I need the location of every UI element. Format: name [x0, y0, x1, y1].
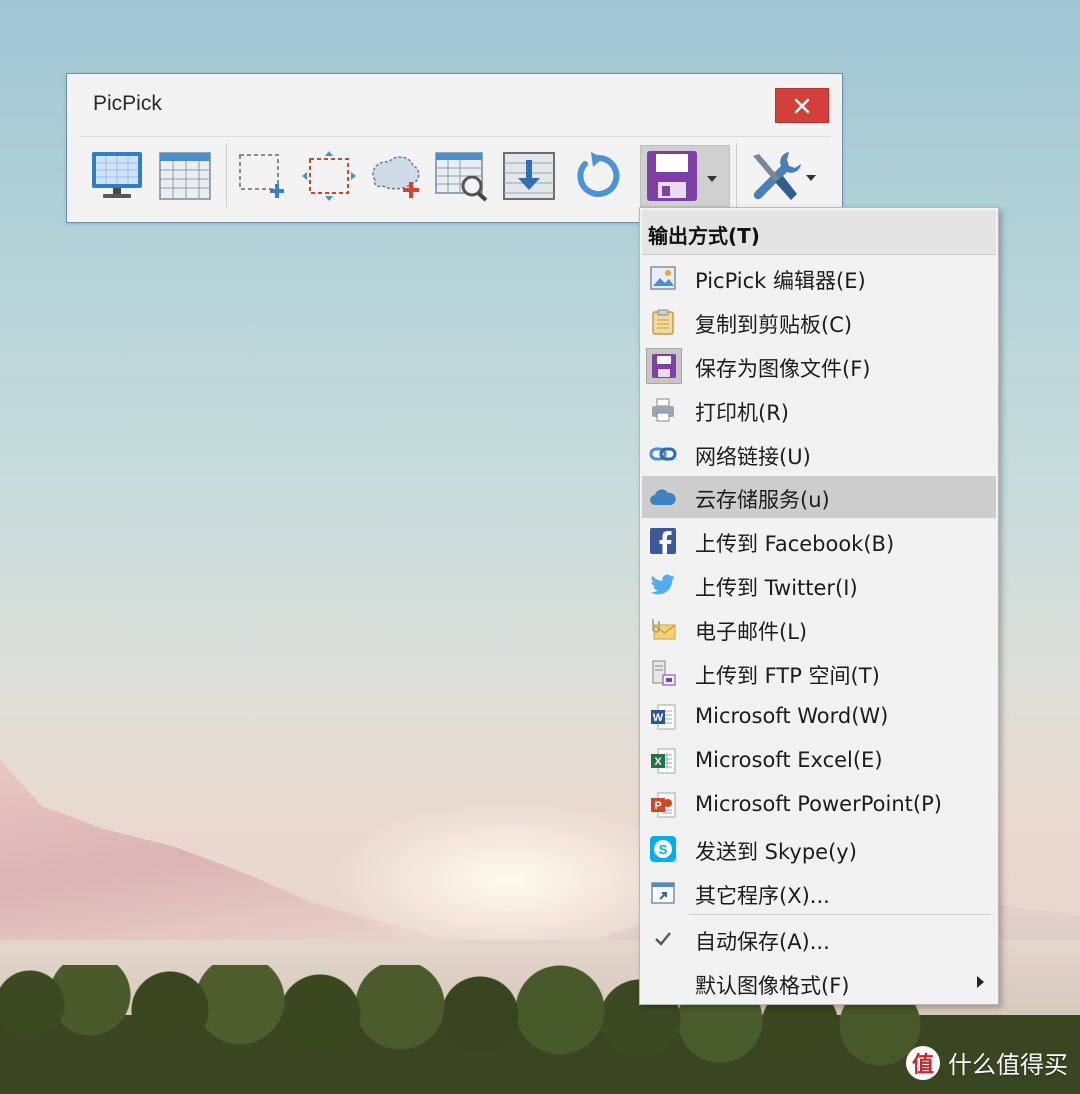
svg-text:S: S: [659, 842, 668, 857]
capture-region-button[interactable]: [232, 145, 294, 207]
menu-item-label: 自动保存(A)...: [695, 930, 830, 954]
menu-item-label: PicPick 编辑器(E): [695, 269, 866, 293]
menu-header-label: 输出方式(T): [648, 224, 760, 248]
chevron-down-icon: [707, 176, 717, 182]
menu-item-copy-clipboard[interactable]: 复制到剪贴板(C): [642, 301, 996, 343]
window-title: PicPick: [93, 92, 162, 115]
svg-text:P: P: [654, 800, 661, 812]
close-button[interactable]: [775, 88, 829, 123]
menu-item-web-link[interactable]: 网络链接(U): [642, 433, 996, 475]
menu-item-other-program[interactable]: 其它程序(X)...: [642, 872, 996, 914]
menu-item-label: 上传到 Facebook(B): [695, 532, 895, 556]
capture-screen-button[interactable]: [86, 145, 148, 207]
other-program-icon: [648, 878, 678, 908]
capture-fixed-region-button[interactable]: [298, 145, 360, 207]
powerpoint-icon: P: [648, 790, 678, 820]
watermark-logo-icon: 值: [906, 1045, 940, 1080]
watermark: 值 什么值得买: [906, 1045, 1068, 1080]
word-icon: W: [648, 702, 678, 732]
menu-item-save-image-file[interactable]: 保存为图像文件(F): [642, 345, 996, 387]
save-output-button[interactable]: [640, 145, 730, 207]
facebook-icon: [648, 526, 678, 556]
repeat-last-capture-icon: [577, 152, 620, 197]
menu-item-label: 复制到剪贴板(C): [695, 313, 853, 337]
toolbar-separator: [736, 143, 737, 207]
close-icon: [794, 98, 810, 113]
twitter-icon: [648, 570, 678, 600]
ftp-icon: [648, 658, 678, 688]
menu-item-auto-save[interactable]: 自动保存(A)...: [642, 918, 996, 960]
capture-scrolling-window-icon: [435, 152, 488, 202]
menu-item-label: Microsoft Excel(E): [695, 748, 883, 772]
menu-item-excel[interactable]: X Microsoft Excel(E): [642, 740, 996, 782]
svg-text:X: X: [654, 756, 662, 768]
menu-item-label: 电子邮件(L): [695, 620, 808, 644]
menu-item-picpick-editor[interactable]: PicPick 编辑器(E): [642, 257, 996, 299]
menu-item-skype[interactable]: S 发送到 Skype(y): [642, 828, 996, 870]
capture-window-button[interactable]: [154, 145, 216, 207]
menu-item-powerpoint[interactable]: P Microsoft PowerPoint(P): [642, 784, 996, 826]
capture-region-icon: [239, 154, 284, 198]
capture-scrolling-window-button[interactable]: [430, 145, 492, 207]
capture-freehand-button[interactable]: [364, 145, 426, 207]
floppy-save-icon: [646, 348, 682, 384]
menu-item-label: Microsoft PowerPoint(P): [695, 792, 942, 816]
menu-item-label: 打印机(R): [695, 401, 789, 425]
capture-repeat-icon: [503, 152, 555, 200]
checkmark-icon: [648, 924, 678, 954]
capture-toolbar: [80, 136, 830, 212]
menu-item-word[interactable]: W Microsoft Word(W): [642, 696, 996, 738]
cloud-icon: [648, 482, 678, 512]
capture-fixed-region-icon: [302, 151, 356, 201]
menu-header: 输出方式(T): [642, 210, 996, 255]
image-editor-icon: [648, 263, 678, 293]
menu-item-twitter[interactable]: 上传到 Twitter(I): [642, 564, 996, 606]
excel-icon: X: [648, 746, 678, 776]
capture-repeat-button[interactable]: [498, 145, 560, 207]
save-output-icon: [647, 151, 697, 201]
repeat-last-capture-button[interactable]: [566, 145, 628, 207]
chevron-right-icon: [977, 976, 984, 988]
menu-item-label: 上传到 Twitter(I): [695, 576, 858, 600]
menu-item-label: 网络链接(U): [695, 445, 811, 469]
menu-item-ftp[interactable]: 上传到 FTP 空间(T): [642, 652, 996, 694]
menu-item-printer[interactable]: 打印机(R): [642, 389, 996, 431]
menu-item-label: 其它程序(X)...: [695, 884, 830, 908]
output-menu: 输出方式(T) PicPick 编辑器(E) 复制到剪贴板(C) 保存为图像文件…: [639, 207, 999, 1005]
tools-button[interactable]: [742, 145, 828, 207]
tools-icon: [753, 152, 801, 200]
menu-item-default-image-format[interactable]: 默认图像格式(F): [642, 962, 996, 1004]
email-icon: [648, 614, 678, 644]
toolbar-separator: [226, 143, 227, 207]
menu-item-facebook[interactable]: 上传到 Facebook(B): [642, 520, 996, 562]
menu-item-label: Microsoft Word(W): [695, 704, 889, 728]
svg-text:W: W: [653, 712, 664, 724]
capture-window-icon: [159, 152, 211, 200]
chevron-down-icon: [806, 175, 816, 181]
background-mountain: [0, 760, 520, 990]
menu-item-label: 云存储服务(u): [695, 488, 830, 512]
watermark-text: 什么值得买: [948, 1051, 1068, 1079]
link-icon: [648, 439, 678, 469]
menu-item-label: 保存为图像文件(F): [695, 357, 871, 381]
printer-icon: [648, 395, 678, 425]
background-sun-glow: [330, 800, 690, 960]
menu-item-cloud-storage[interactable]: 云存储服务(u): [642, 476, 996, 518]
menu-item-email[interactable]: 电子邮件(L): [642, 608, 996, 650]
skype-icon: S: [648, 834, 678, 864]
clipboard-icon: [648, 307, 678, 337]
menu-item-label: 默认图像格式(F): [695, 974, 850, 998]
picpick-window: PicPick: [66, 73, 843, 223]
menu-item-label: 上传到 FTP 空间(T): [695, 664, 880, 688]
menu-item-label: 发送到 Skype(y): [695, 840, 857, 864]
capture-freehand-icon: [372, 156, 420, 198]
menu-separator: [689, 914, 990, 915]
capture-screen-icon: [92, 152, 142, 198]
